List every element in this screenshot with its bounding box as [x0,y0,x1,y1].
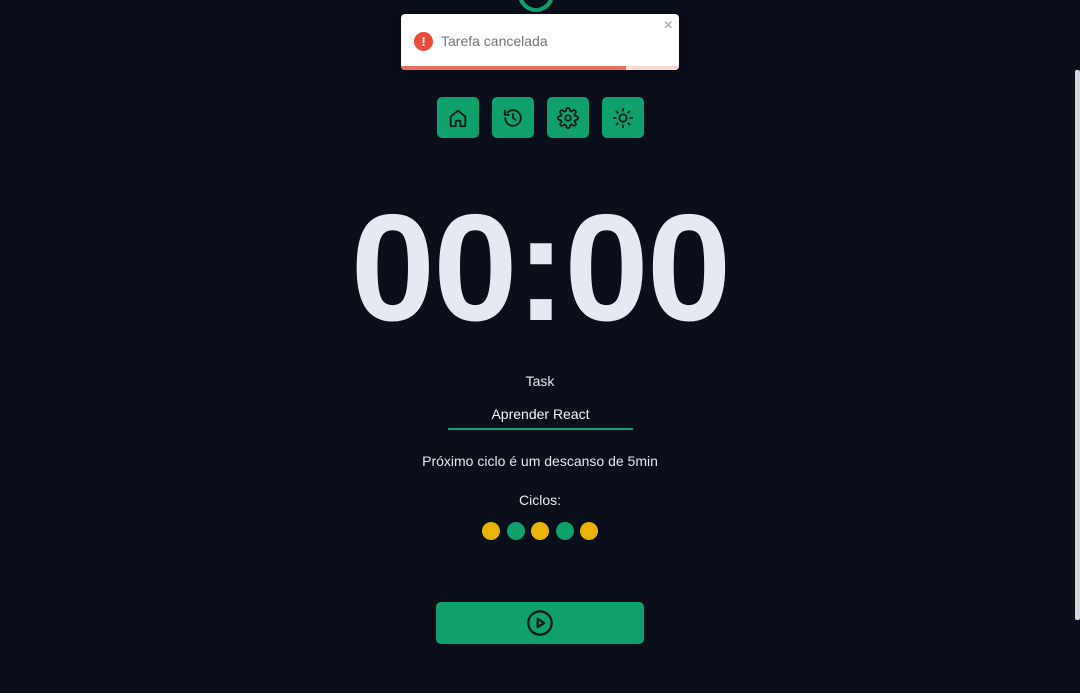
cycle-dot-work [580,522,598,540]
toast-message: Tarefa cancelada [441,33,548,49]
cycles-label: Ciclos: [518,492,561,508]
play-circle-icon [527,610,553,636]
cycle-dot-work [531,522,549,540]
task-label: Task [525,373,555,389]
next-cycle-text: Próximo ciclo é um descanso de 5min [422,453,658,469]
scrollbar[interactable] [1075,70,1080,620]
theme-toggle-button[interactable] [602,97,644,138]
cycle-dot-short-break [555,522,574,540]
toast-progress-bar [401,66,627,70]
cycles-indicator [482,522,598,540]
home-icon [449,109,467,127]
toast-progress-track [401,66,679,70]
app-root: ! Tarefa cancelada × 00:00 Task Aprender… [0,0,1080,693]
main-nav [437,97,644,138]
close-icon[interactable]: × [664,16,673,36]
sun-icon [612,107,634,128]
logo-icon [518,0,554,12]
settings-button[interactable] [547,97,589,138]
history-icon [503,108,522,127]
error-icon: ! [414,32,433,51]
history-button[interactable] [492,97,534,138]
task-input[interactable] [448,400,633,428]
gear-icon [557,106,579,129]
toast-notification[interactable]: ! Tarefa cancelada × [401,14,679,70]
cycle-dot-work [482,522,500,540]
countdown-timer: 00:00 [350,183,732,353]
home-button[interactable] [437,97,479,138]
cycle-dot-short-break [506,522,525,540]
play-button[interactable] [436,602,644,644]
task-input-container [448,400,633,430]
